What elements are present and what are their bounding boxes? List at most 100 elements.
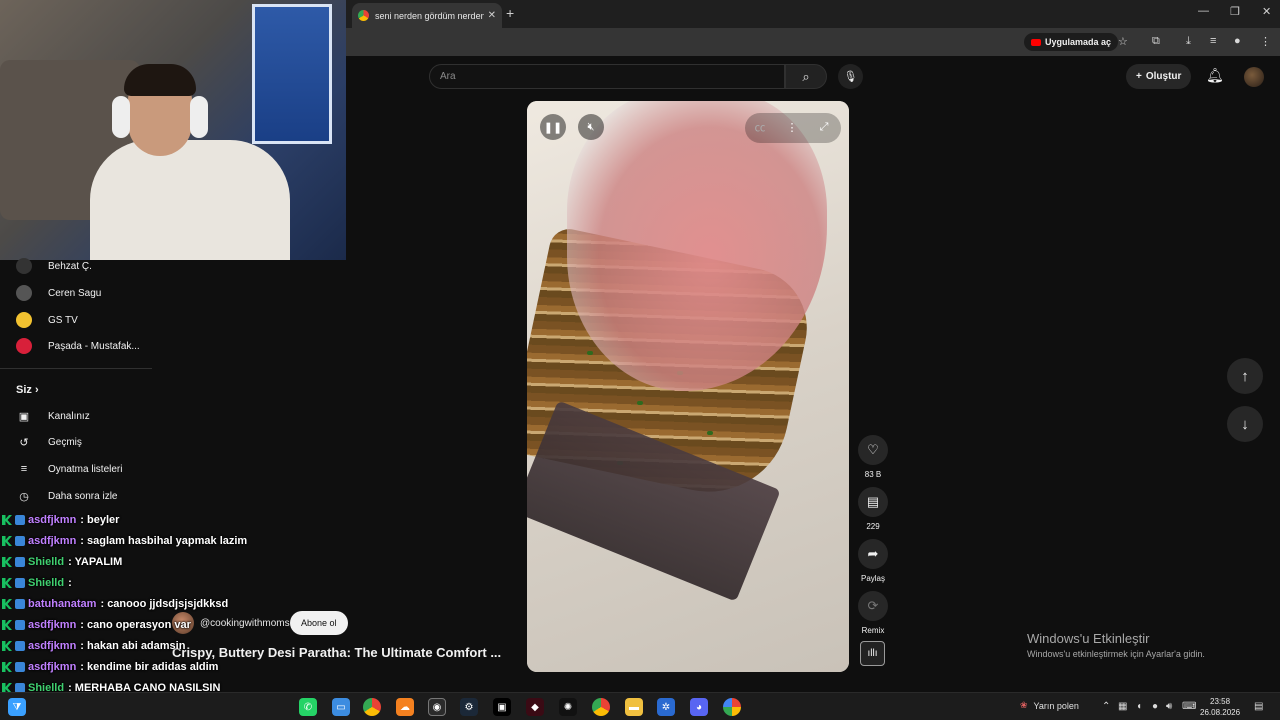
minimize-button[interactable]: —	[1198, 5, 1209, 17]
webcam-person-body	[90, 140, 290, 260]
chat-username: Shielld	[28, 556, 65, 568]
epic-icon[interactable]: ▣	[493, 698, 511, 716]
webcam-shelf	[252, 4, 332, 144]
shorts-video-player[interactable]: ❚❚ 🔇︎ ㏄ ⋮ ⤢	[527, 101, 849, 672]
subscribe-button[interactable]: Abone ol	[290, 611, 348, 635]
fullscreen-button[interactable]: ⤢	[811, 114, 837, 140]
search-input[interactable]: Ara	[429, 64, 785, 89]
tray-chevron-icon[interactable]: ⌃	[1102, 701, 1110, 712]
captions-button[interactable]: ㏄	[747, 114, 773, 140]
remix-action[interactable]: ⟳ Remix	[858, 591, 888, 635]
kick-badge-icon	[2, 557, 12, 567]
maximize-button[interactable]: ❐	[1230, 5, 1240, 18]
network-icon[interactable]: ▦	[1118, 701, 1127, 712]
open-in-app-button[interactable]: Uygulamada aç	[1024, 33, 1119, 51]
notifications-bell-icon[interactable]: 🔔︎	[1206, 67, 1224, 84]
more-vertical-icon: ⋮	[786, 121, 798, 134]
channel-icon: ▣	[18, 410, 30, 423]
notification-center-icon[interactable]: ▤	[1254, 701, 1263, 712]
chrome-canary-icon[interactable]	[723, 698, 741, 716]
keyboard-icon[interactable]: ⌨	[1182, 701, 1196, 712]
file-icon[interactable]: ▭	[332, 698, 350, 716]
chat-username: asdfjkmn	[28, 514, 77, 526]
speaker-icon[interactable]: 🔊︎	[1166, 701, 1172, 712]
activation-watermark-subtitle: Windows'u etkinleştirmek için Ayarlar'a …	[1027, 649, 1205, 659]
mute-button[interactable]: 🔇︎	[578, 114, 604, 140]
previous-short-button[interactable]: ↑	[1227, 358, 1263, 394]
clock-date: 26.08.2026	[1200, 708, 1241, 717]
chevron-right-icon: ›	[34, 384, 39, 396]
sidebar-item-behzat[interactable]: Behzat Ç.	[16, 257, 92, 275]
whatsapp-icon[interactable]: ✆	[299, 698, 317, 716]
search-button[interactable]: ⌕	[785, 64, 827, 89]
chat-text: : hakan abi adamsin	[80, 640, 186, 652]
steam-icon[interactable]: ⚙	[460, 698, 478, 716]
discord-icon[interactable]: ◕	[690, 698, 708, 716]
pause-button[interactable]: ❚❚	[540, 114, 566, 140]
chat-text: : cano operasyon var	[80, 619, 191, 631]
sidebar-item-gs-tv[interactable]: GS TV	[16, 311, 78, 329]
browser-menu-icon[interactable]: ⋮	[1260, 35, 1271, 48]
cloud-icon[interactable]: ☁	[396, 698, 414, 716]
arrow-up-icon: ↑	[1241, 367, 1249, 385]
chrome-icon[interactable]	[363, 698, 381, 716]
comments-action[interactable]: ▤ 229	[858, 487, 888, 531]
settings-icon[interactable]: ✲	[657, 698, 675, 716]
comment-icon: ▤	[858, 487, 888, 517]
channel-avatar	[16, 258, 32, 274]
create-button[interactable]: + Oluştur	[1126, 64, 1192, 89]
subscriber-badge-icon	[15, 536, 25, 546]
sidebar-item-label: Geçmiş	[48, 436, 82, 448]
chat-message: Shielld:	[2, 574, 72, 592]
search-icon: ⌕	[802, 68, 810, 84]
kick-badge-icon	[2, 536, 12, 546]
new-tab-button[interactable]: +	[506, 5, 514, 21]
sound-thumbnail[interactable]: ıllı	[860, 641, 885, 666]
sidebar-item-ceren-sagu[interactable]: Ceren Sagu	[16, 284, 101, 302]
create-label: Oluştur	[1145, 71, 1182, 82]
media-controls-icon[interactable]: ≡	[1210, 35, 1216, 47]
game-launcher-icon[interactable]: ◆	[526, 698, 544, 716]
profile-icon[interactable]: ●	[1234, 35, 1241, 47]
sidebar-item-playlists[interactable]: ≡ Oynatma listeleri	[16, 460, 123, 478]
close-window-button[interactable]: ✕	[1262, 5, 1271, 18]
share-action[interactable]: ➦ Paylaş	[858, 539, 888, 583]
weather-label: Yarın polen	[1033, 700, 1079, 711]
like-action[interactable]: ♡ 83 B	[858, 435, 888, 479]
microphone-tray-icon[interactable]: ●	[1152, 701, 1158, 712]
webcam-person-hair	[124, 64, 196, 96]
taskbar-clock[interactable]: 23:58 26.08.2026	[1200, 696, 1240, 718]
next-short-button[interactable]: ↓	[1227, 406, 1263, 442]
openai-icon[interactable]: ✺	[559, 698, 577, 716]
chat-text: : canooo jjdsdjsjsjdkksd	[100, 598, 229, 610]
extensions-icon[interactable]: ⧉	[1152, 35, 1160, 48]
account-avatar[interactable]	[1244, 67, 1264, 87]
sidebar-you-heading[interactable]: Siz ›	[16, 384, 39, 396]
channel-avatar	[16, 285, 32, 301]
voice-search-button[interactable]: 🎙	[838, 64, 863, 89]
sidebar-item-your-channel[interactable]: ▣ Kanalınız	[16, 407, 90, 425]
webcam-overlay	[0, 0, 346, 260]
subscriber-badge-icon	[15, 515, 25, 525]
download-icon[interactable]: ⤓	[1186, 35, 1191, 48]
tab-close-icon[interactable]: ✕	[488, 10, 496, 21]
headset-left	[112, 96, 130, 138]
plus-icon: +	[1136, 71, 1142, 82]
more-options-button[interactable]: ⋮	[779, 114, 805, 140]
channel-avatar	[16, 338, 32, 354]
bookmark-star-icon[interactable]: ☆	[1118, 35, 1128, 48]
browser-tab[interactable]: seni nerden gördüm nerden se ✕	[352, 3, 502, 28]
weather-widget[interactable]: ❀ Yarın polen	[1020, 700, 1079, 711]
chat-username: asdfjkmn	[28, 640, 77, 652]
volume-icon[interactable]: ◖	[1136, 701, 1142, 712]
sidebar-item-history[interactable]: ↺ Geçmiş	[16, 433, 82, 451]
chat-text: :	[68, 577, 72, 589]
sidebar-item-pasada[interactable]: Paşada - Mustafak...	[16, 337, 140, 355]
folder-icon[interactable]: ▬	[625, 698, 643, 716]
kick-app-icon[interactable]: ⧩	[8, 698, 26, 716]
obs-icon[interactable]: ◉	[428, 698, 446, 716]
kick-badge-icon	[2, 662, 12, 672]
chat-username: batuhanatam	[28, 598, 97, 610]
subscriber-badge-icon	[15, 557, 25, 567]
chrome-active-icon[interactable]	[592, 698, 610, 716]
